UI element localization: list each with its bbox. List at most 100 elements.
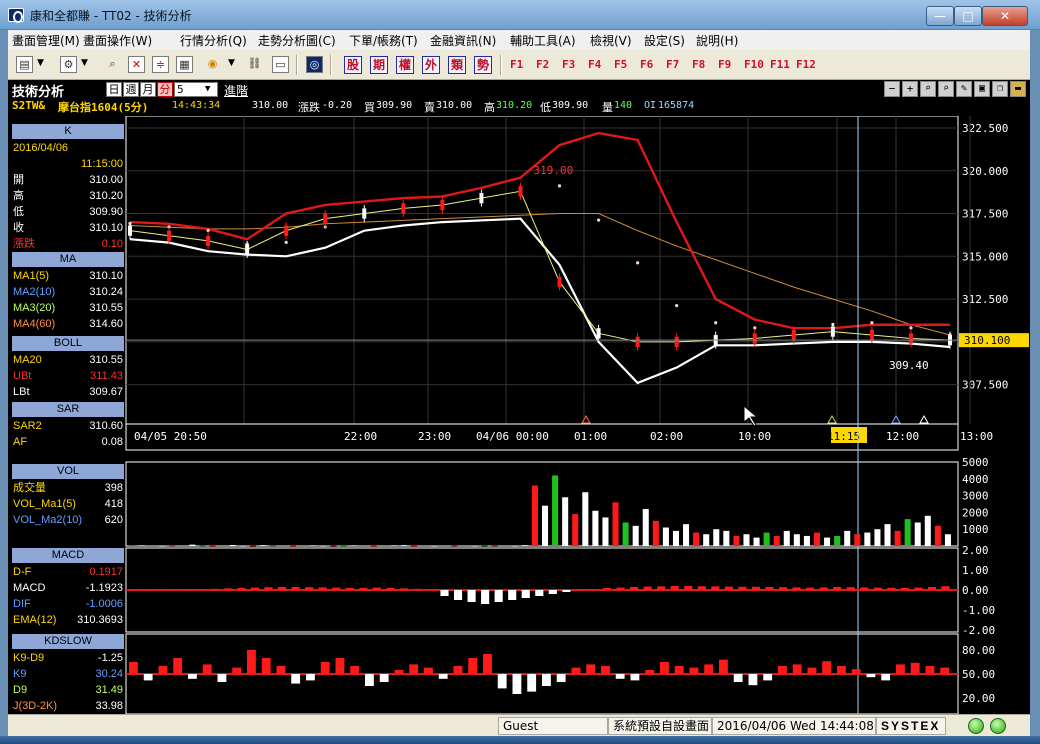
compare-icon[interactable]: ≑ bbox=[152, 56, 169, 73]
link-icon[interactable]: ⛓ bbox=[246, 56, 263, 73]
symbol-name: 摩台指1604(5分) bbox=[58, 101, 149, 114]
close-button[interactable]: ✕ bbox=[982, 6, 1028, 26]
menu-item-3[interactable]: 走勢分析圖(C) bbox=[258, 32, 336, 49]
period-tab-1[interactable]: 週 bbox=[123, 82, 139, 97]
menu-item-0[interactable]: 畫面管理(M) bbox=[12, 32, 80, 49]
quote-time: 14:43:34 bbox=[172, 100, 221, 111]
bar-vol bbox=[249, 545, 256, 547]
bar-vol bbox=[723, 530, 730, 546]
maximize-button[interactable]: □ bbox=[954, 6, 982, 26]
menu-item-5[interactable]: 金融資訊(N) bbox=[430, 32, 496, 49]
low-value: 309.90 bbox=[552, 100, 589, 111]
folder-icon[interactable]: ▬ bbox=[1010, 81, 1026, 97]
bar-vol bbox=[894, 530, 901, 546]
sound-icon[interactable]: ◉ bbox=[204, 56, 221, 73]
fkey-button-3[interactable]: F3 bbox=[562, 58, 575, 71]
menu-item-2[interactable]: 行情分析(Q) bbox=[180, 32, 247, 49]
advanced-link[interactable]: 進階 bbox=[224, 82, 248, 99]
bar-vol bbox=[199, 545, 206, 547]
menu-item-4[interactable]: 下單/帳務(T) bbox=[349, 32, 418, 49]
bar-kdslow bbox=[232, 667, 242, 674]
category-button-2[interactable]: 權 bbox=[396, 56, 414, 74]
candle-body bbox=[206, 235, 211, 247]
brand-icon[interactable]: ◎ bbox=[306, 56, 323, 73]
period-tab-2[interactable]: 月 bbox=[140, 82, 156, 97]
settings-icon[interactable]: ⚙ bbox=[60, 56, 77, 73]
minimize-button[interactable]: — bbox=[926, 6, 954, 26]
fkey-button-9[interactable]: F9 bbox=[718, 58, 731, 71]
menu-item-7[interactable]: 檢視(V) bbox=[590, 32, 632, 49]
category-button-1[interactable]: 期 bbox=[370, 56, 388, 74]
bar-kdslow bbox=[335, 658, 345, 674]
fkey-button-11[interactable]: F11 bbox=[770, 58, 790, 71]
menu-item-6[interactable]: 輔助工具(A) bbox=[510, 32, 576, 49]
candle-body bbox=[518, 186, 523, 197]
zoom-icon[interactable]: ⌕ bbox=[104, 56, 121, 73]
grid-icon[interactable]: ▦ bbox=[176, 56, 193, 73]
period-tab-0[interactable]: 日 bbox=[106, 82, 122, 97]
bar-vol bbox=[169, 545, 176, 547]
status-brand: SYSTEX bbox=[876, 717, 946, 735]
fkey-button-7[interactable]: F7 bbox=[666, 58, 679, 71]
bar-kdslow bbox=[733, 674, 743, 682]
category-button-3[interactable]: 外 bbox=[422, 56, 440, 74]
y-tick-label: 2000 bbox=[962, 506, 989, 519]
fkey-button-4[interactable]: F4 bbox=[588, 58, 601, 71]
bar-macd bbox=[765, 587, 774, 590]
cross-icon[interactable]: ✕ bbox=[128, 56, 145, 73]
bar-vol bbox=[330, 545, 337, 547]
volume-label: 量 bbox=[602, 101, 613, 114]
bar-kdslow bbox=[851, 669, 861, 674]
chart-type-icon[interactable]: ▤ bbox=[16, 56, 33, 73]
interval-select[interactable]: 5 ▼ bbox=[174, 82, 218, 97]
series-line-ma460 bbox=[129, 213, 951, 336]
fkey-button-8[interactable]: F8 bbox=[692, 58, 705, 71]
draw-icon[interactable]: ✎ bbox=[956, 81, 972, 97]
fkey-button-5[interactable]: F5 bbox=[614, 58, 627, 71]
sar-dot bbox=[206, 228, 210, 232]
x-tick-label: 04/06 00:00 bbox=[476, 430, 549, 443]
search-plus-icon[interactable]: ⌕ bbox=[938, 81, 954, 97]
fkey-button-2[interactable]: F2 bbox=[536, 58, 549, 71]
fkey-button-1[interactable]: F1 bbox=[510, 58, 523, 71]
zoom-out-icon[interactable]: − bbox=[884, 81, 900, 97]
menu-item-8[interactable]: 設定(S) bbox=[644, 32, 685, 49]
y-tick-label: 317.500 bbox=[962, 208, 1008, 221]
chevron-down-icon[interactable]: ▼ bbox=[37, 58, 44, 68]
zoom-in-icon[interactable]: + bbox=[902, 81, 918, 97]
category-button-5[interactable]: 勢 bbox=[474, 56, 492, 74]
fkey-button-12[interactable]: F12 bbox=[796, 58, 816, 71]
bar-kdslow bbox=[660, 662, 669, 674]
bar-vol bbox=[914, 522, 921, 546]
save-icon[interactable]: ▣ bbox=[974, 81, 990, 97]
bar-macd bbox=[426, 589, 436, 590]
bar-vol bbox=[743, 534, 750, 546]
bar-kdslow bbox=[306, 674, 315, 681]
menu-item-9[interactable]: 說明(H) bbox=[696, 32, 738, 49]
chart-plot[interactable]: 322.500320.000317.500315.000312.500310.0… bbox=[8, 116, 1030, 714]
bar-vol bbox=[270, 545, 277, 547]
chevron-down-icon[interactable]: ▼ bbox=[81, 58, 88, 68]
y-tick-label: 4000 bbox=[962, 473, 989, 486]
window-icon[interactable]: ❐ bbox=[992, 81, 1008, 97]
bar-kdslow bbox=[320, 662, 330, 674]
bar-kdslow bbox=[896, 664, 905, 674]
search-minus-icon[interactable]: ⌕ bbox=[920, 81, 936, 97]
fkey-button-10[interactable]: F10 bbox=[744, 58, 764, 71]
menu-item-1[interactable]: 畫面操作(W) bbox=[83, 32, 152, 49]
candle-body bbox=[830, 326, 835, 337]
screen-icon[interactable]: ▭ bbox=[272, 56, 289, 73]
x-tick-label: 01:00 bbox=[574, 430, 607, 443]
bar-macd bbox=[535, 590, 544, 596]
chevron-down-icon[interactable]: ▼ bbox=[228, 58, 235, 68]
bar-kdslow bbox=[674, 666, 684, 674]
candle-body bbox=[128, 225, 132, 236]
candle-body bbox=[401, 203, 406, 214]
category-button-4[interactable]: 類 bbox=[448, 56, 466, 74]
period-tab-3[interactable]: 分 bbox=[157, 82, 173, 97]
title-bar[interactable]: 康和全都賺 - TT02 - 技術分析 — □ ✕ bbox=[0, 0, 1040, 30]
category-button-0[interactable]: 股 bbox=[344, 56, 362, 74]
fkey-button-6[interactable]: F6 bbox=[640, 58, 653, 71]
bar-vol bbox=[431, 545, 438, 547]
bar-macd bbox=[616, 587, 625, 590]
